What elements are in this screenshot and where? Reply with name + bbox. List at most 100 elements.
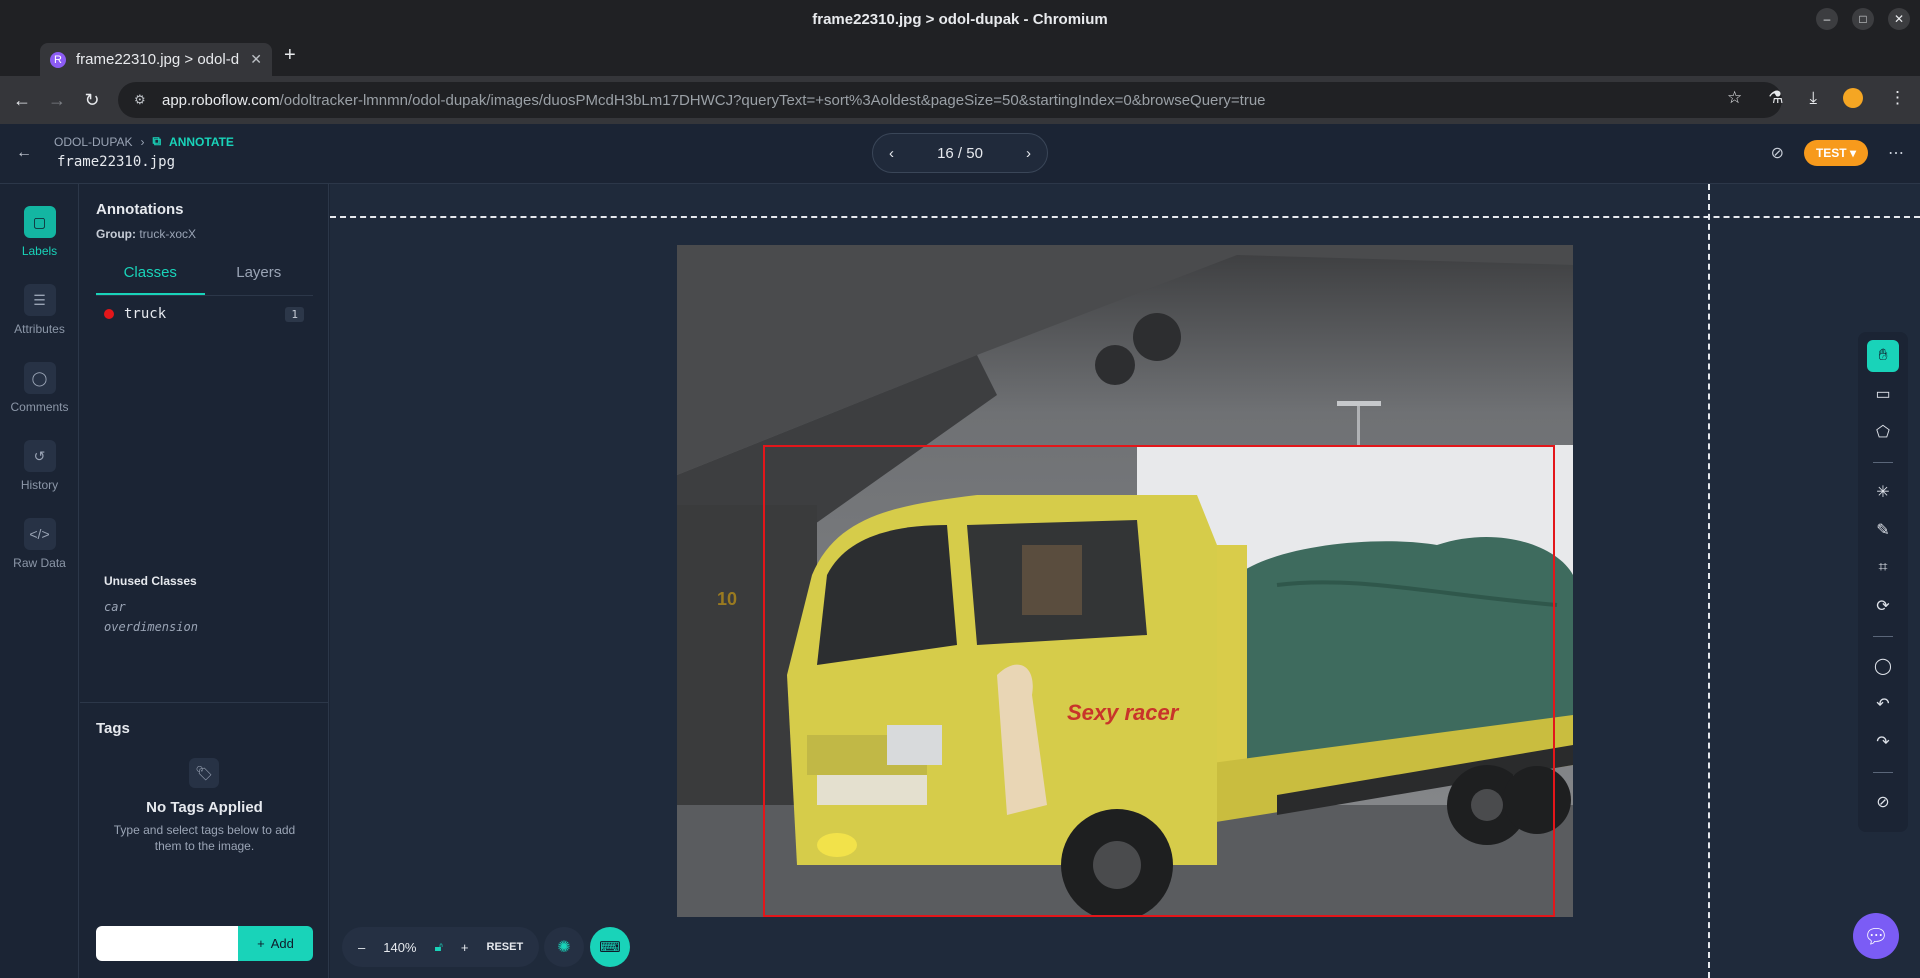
plus-icon: +	[257, 936, 265, 951]
tab-title: frame22310.jpg > odol-d	[76, 51, 240, 68]
support-chat-icon[interactable]: 💬︎	[1853, 913, 1899, 959]
null-annotation-icon[interactable]: ⊘	[1867, 786, 1899, 818]
roboflow-favicon-icon: R	[50, 51, 66, 68]
back-icon[interactable]: ←	[10, 88, 34, 112]
breadcrumb-project[interactable]: ODOL-DUPAK	[54, 135, 132, 149]
svg-text:10: 10	[717, 589, 737, 609]
label-icon: ▢	[23, 206, 56, 238]
pager-position: 16 / 50	[937, 144, 983, 162]
unused-class-item[interactable]: overdimension	[104, 617, 198, 637]
tab-close-icon[interactable]: ✕	[250, 51, 262, 68]
comment-icon: ◯	[23, 362, 56, 394]
url-host: app.roboflow.com	[162, 91, 280, 109]
keyboard-shortcuts-icon[interactable]: ⌨	[590, 927, 630, 967]
tag-input[interactable]	[96, 926, 238, 961]
toolbar-actions: ☆ ⚗ ⤓ ⋮	[1727, 88, 1906, 108]
pan-hand-icon[interactable]: ✋︎	[1867, 340, 1899, 372]
rail-label: Comments	[10, 400, 69, 414]
browser-toolbar: ← → ↻ ⚙ app.roboflow.com/odoltracker-lmn…	[0, 76, 1920, 124]
menu-kebab-icon[interactable]: ⋮	[1889, 88, 1906, 108]
smart-select-icon[interactable]: ✳	[1867, 476, 1899, 508]
window-controls: – □ ✕	[1816, 8, 1910, 30]
class-count-badge: 1	[285, 306, 304, 322]
rail-label: History	[20, 478, 59, 492]
new-tab-icon[interactable]: +	[284, 44, 296, 67]
redo-icon[interactable]: ↷	[1867, 726, 1899, 758]
undo-icon[interactable]: ↶	[1867, 688, 1899, 720]
group-label: Group:	[96, 227, 136, 241]
bounding-box-tool-icon[interactable]: ▭	[1867, 378, 1899, 410]
tab-layers[interactable]: Layers	[205, 260, 314, 295]
tab-classes[interactable]: Classes	[96, 260, 205, 295]
no-tags-title: No Tags Applied	[146, 799, 263, 816]
download-icon[interactable]: ⤓	[1809, 88, 1817, 108]
group-value: truck-xocX	[139, 227, 197, 241]
crosshair-vertical	[1708, 184, 1710, 978]
browser-tab[interactable]: R frame22310.jpg > odol-d ✕	[40, 43, 272, 76]
panel-tabs: Classes Layers	[96, 260, 313, 296]
zoom-out-icon[interactable]: –	[358, 940, 365, 955]
profile-avatar[interactable]	[1843, 88, 1863, 108]
tags-title: Tags	[96, 720, 130, 737]
history-icon: ↺	[23, 440, 56, 472]
repeat-annotation-icon[interactable]: ⟳	[1867, 590, 1899, 622]
divider	[80, 702, 329, 703]
zoom-level: 140%	[383, 939, 417, 955]
add-tag-button[interactable]: + Add	[238, 926, 313, 961]
crosshair-horizontal	[330, 216, 1920, 218]
truck-bounding-box[interactable]	[763, 445, 1555, 917]
keypoint-tool-icon[interactable]: ⌗	[1867, 552, 1899, 584]
next-image-icon[interactable]: ›	[1026, 145, 1031, 162]
annotate-icon: ⧉	[152, 134, 162, 148]
lock-open-icon[interactable]: 🔓︎	[434, 939, 442, 955]
rail-item-raw-data[interactable]: </> Raw Data	[0, 518, 79, 570]
class-color-dot	[104, 309, 114, 319]
chevron-right-icon: ›	[140, 134, 145, 149]
brightness-icon[interactable]: ✺	[544, 927, 584, 967]
reset-zoom-button[interactable]: RESET	[487, 941, 524, 953]
unused-class-item[interactable]: car	[104, 597, 198, 617]
class-name: truck	[124, 306, 167, 322]
rail-item-history[interactable]: ↺ History	[0, 440, 79, 492]
comment-tool-icon[interactable]: ◯	[1867, 650, 1899, 682]
tool-separator	[1873, 462, 1893, 463]
url-path: /odoltracker-lmnmn/odol-dupak/images/duo…	[279, 91, 1266, 109]
tool-palette: ✋︎ ▭ ⬠ ✳ ✎ ⌗ ⟳ ◯ ↶ ↷ ⊘	[1858, 332, 1908, 832]
close-window-icon[interactable]: ✕	[1888, 8, 1910, 30]
window-title: frame22310.jpg > odol-dupak - Chromium	[812, 10, 1108, 28]
prev-image-icon[interactable]: ‹	[889, 145, 894, 162]
reload-icon[interactable]: ↻	[80, 88, 104, 112]
eye-off-icon[interactable]: ⊘	[1771, 143, 1784, 163]
back-arrow-icon[interactable]: ←	[16, 144, 32, 162]
unused-classes-title: Unused Classes	[104, 574, 197, 588]
zoom-in-icon[interactable]: +	[461, 940, 469, 955]
annotation-canvas[interactable]: 10 Sexy racer – 140% 🔓︎ + RESET ✺ ⌨	[330, 184, 1920, 978]
minimize-icon[interactable]: –	[1816, 8, 1838, 30]
tag-icon: 🏷	[189, 758, 219, 788]
header-actions: ⊘ TEST ▾ ⋯	[1771, 140, 1904, 166]
app-header: ← ODOL-DUPAK › ⧉ ANNOTATE frame22310.jpg…	[0, 124, 1920, 184]
rail-item-labels[interactable]: ▢ Labels	[0, 206, 79, 258]
split-dropdown-button[interactable]: TEST ▾	[1803, 140, 1868, 166]
panel-title: Annotations	[96, 201, 184, 218]
maximize-icon[interactable]: □	[1852, 8, 1874, 30]
rail-label: Raw Data	[13, 556, 66, 570]
magic-wand-icon[interactable]: ✎	[1867, 514, 1899, 546]
site-info-icon[interactable]: ⚙	[134, 92, 150, 108]
more-options-icon[interactable]: ⋯	[1888, 143, 1904, 163]
polygon-tool-icon[interactable]: ⬠	[1867, 416, 1899, 448]
page-title: frame22310.jpg	[57, 154, 176, 170]
class-row-truck[interactable]: truck 1	[104, 306, 304, 322]
zoom-controls: – 140% 🔓︎ + RESET	[342, 927, 540, 967]
no-tags-subtitle: Type and select tags below to add them t…	[113, 823, 296, 853]
annotations-panel: Annotations Group: truck-xocX Classes La…	[80, 184, 329, 978]
group-line: Group: truck-xocX	[96, 227, 196, 241]
rail-item-attributes[interactable]: ☰ Attributes	[0, 284, 79, 336]
rail-item-comments[interactable]: ◯ Comments	[0, 362, 79, 414]
forward-icon[interactable]: →	[45, 88, 69, 112]
breadcrumb-mode[interactable]: ANNOTATE	[169, 135, 234, 149]
address-bar[interactable]: ⚙ app.roboflow.com/odoltracker-lmnmn/odo…	[118, 82, 1782, 118]
bookmark-star-icon[interactable]: ☆	[1727, 88, 1742, 108]
split-label: TEST	[1815, 146, 1847, 160]
labs-flask-icon[interactable]: ⚗	[1768, 88, 1783, 108]
